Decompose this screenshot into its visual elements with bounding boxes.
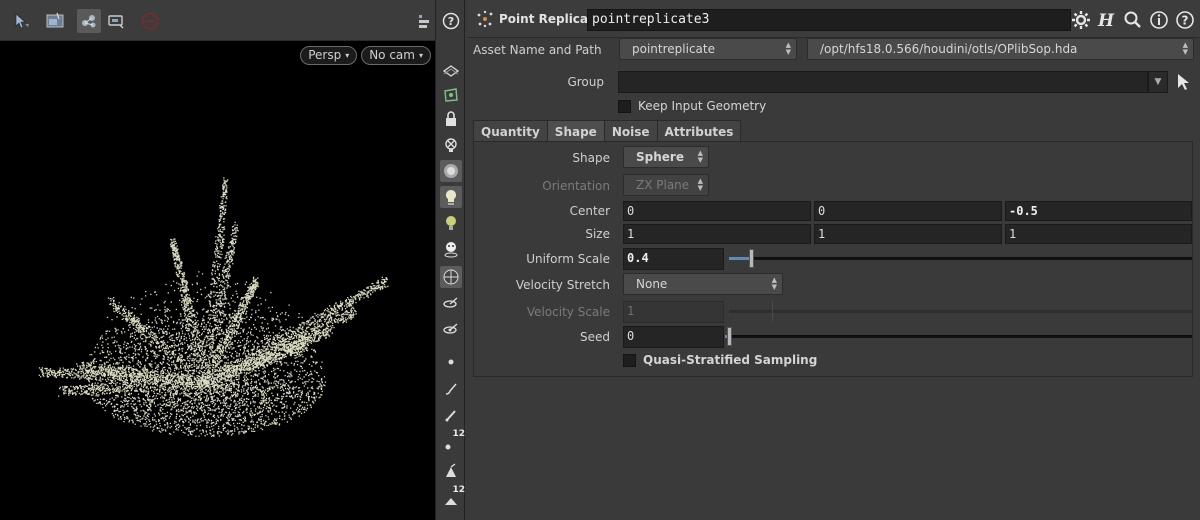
point-marker-icon[interactable] xyxy=(440,350,462,372)
help-icon[interactable]: ? xyxy=(440,10,462,32)
point-number-icon[interactable]: 12 xyxy=(440,429,465,454)
search-icon[interactable] xyxy=(1123,10,1143,30)
shape-menu[interactable]: Sphere ▲ ▼ xyxy=(623,146,709,168)
orientation-label: Orientation xyxy=(542,179,610,193)
primitive-number-icon[interactable]: 12 xyxy=(440,485,465,510)
slider-fill xyxy=(729,257,749,260)
size-z-field[interactable]: 1 xyxy=(1005,224,1192,244)
shape-value: Sphere xyxy=(636,150,684,164)
light-bulb-icon[interactable] xyxy=(440,212,462,234)
parameter-header: Point Replicate pointreplicate3 H ? xyxy=(467,0,1200,38)
seed-field[interactable]: 0 xyxy=(623,326,724,348)
headlight-icon[interactable] xyxy=(440,186,462,208)
parameter-pane: Point Replicate pointreplicate3 H ? Asse… xyxy=(467,0,1200,520)
up-down-arrows-icon: ▲ ▼ xyxy=(771,276,777,291)
node-name-field[interactable]: pointreplicate3 xyxy=(587,9,1071,31)
size-label: Size xyxy=(585,227,610,241)
tab-quantity[interactable]: Quantity xyxy=(473,120,548,142)
up-down-arrows-icon: ▲ ▼ xyxy=(1182,41,1188,56)
svg-text:?: ? xyxy=(448,15,454,28)
point-number-badge: 12 xyxy=(452,429,465,439)
scene-viewport[interactable]: Persp ▾ No cam ▾ xyxy=(0,0,435,520)
clean-icon[interactable] xyxy=(440,460,462,482)
info-icon[interactable] xyxy=(1149,10,1169,30)
asset-name-menu[interactable]: pointreplicate ▲ ▼ xyxy=(619,38,797,60)
stop-icon[interactable] xyxy=(138,9,162,33)
uniform-scale-label: Uniform Scale xyxy=(526,252,610,266)
group-label: Group xyxy=(567,75,604,89)
velocity-stretch-label: Velocity Stretch xyxy=(515,278,610,292)
tab-shape[interactable]: Shape xyxy=(546,120,605,142)
asset-name-path-label: Asset Name and Path xyxy=(473,43,602,57)
uniform-scale-slider[interactable] xyxy=(729,248,1192,270)
asset-name-value: pointreplicate xyxy=(632,42,715,56)
asset-path-menu[interactable]: /opt/hfs18.0.566/houdini/otls/OPlibSop.h… xyxy=(807,38,1194,60)
snapshot-icon[interactable] xyxy=(43,9,67,33)
select-group-arrow-icon[interactable] xyxy=(1175,72,1193,92)
brush-icon[interactable] xyxy=(440,378,462,400)
group-field[interactable] xyxy=(618,71,1148,93)
display-point-normals-icon[interactable] xyxy=(440,318,462,340)
quasi-stratified-label: Quasi-Stratified Sampling xyxy=(643,353,818,367)
slider-track xyxy=(725,335,1192,338)
display-options-icon[interactable] xyxy=(412,10,436,34)
velocity-stretch-menu[interactable]: None ▲ ▼ xyxy=(623,273,783,295)
tab-bar: Quantity Shape Noise Attributes xyxy=(473,120,742,142)
up-down-arrows-icon: ▲ ▼ xyxy=(697,177,703,192)
point-replicate-node-icon xyxy=(477,10,493,28)
orientation-menu: ZX Plane ▲ ▼ xyxy=(623,174,709,196)
slider-handle[interactable] xyxy=(749,249,754,268)
uniform-scale-field[interactable]: 0.4 xyxy=(623,248,724,270)
background-image-icon[interactable] xyxy=(440,160,462,182)
keep-input-checkbox[interactable] xyxy=(618,100,631,113)
keep-input-label: Keep Input Geometry xyxy=(638,99,767,113)
asset-path-value: /opt/hfs18.0.566/houdini/otls/OPlibSop.h… xyxy=(820,42,1078,56)
viewport-toolbar xyxy=(0,0,435,41)
svg-text:H: H xyxy=(1097,11,1115,30)
tab-noise[interactable]: Noise xyxy=(603,120,658,142)
size-y-field[interactable]: 1 xyxy=(814,224,1002,244)
primitive-number-badge: 12 xyxy=(452,485,465,495)
link-nodes-icon[interactable] xyxy=(77,9,101,33)
help-icon[interactable]: ? xyxy=(1175,10,1195,30)
viewer-side-toolbar: ? 12 12 xyxy=(435,0,465,520)
gear-icon[interactable] xyxy=(1071,10,1091,30)
point-cloud-geometry xyxy=(38,177,389,437)
point-cloud-points xyxy=(38,177,389,437)
ghost-other-objects-icon[interactable] xyxy=(440,60,462,82)
tab-attributes[interactable]: Attributes xyxy=(656,120,742,142)
display-normals-icon[interactable] xyxy=(440,292,462,314)
template-geometry-icon[interactable] xyxy=(440,84,462,106)
wireframe-shading-icon[interactable] xyxy=(440,266,462,288)
velocity-scale-label: Velocity Scale xyxy=(526,305,610,319)
up-down-arrows-icon: ▲ ▼ xyxy=(697,149,703,164)
size-x-field[interactable]: 1 xyxy=(623,224,811,244)
velocity-stretch-value: None xyxy=(636,277,668,291)
chevron-down-icon: ▼ xyxy=(1154,77,1162,87)
lock-icon[interactable] xyxy=(440,108,462,130)
select-arrow-icon[interactable] xyxy=(10,9,34,33)
velocity-scale-tick xyxy=(772,301,773,321)
shape-label: Shape xyxy=(572,151,610,165)
svg-text:?: ? xyxy=(1182,14,1189,28)
center-label: Center xyxy=(569,204,610,218)
pen-icon[interactable] xyxy=(440,404,462,426)
slider-handle[interactable] xyxy=(727,327,732,346)
velocity-scale-slider xyxy=(729,310,1192,313)
seed-slider[interactable] xyxy=(725,326,1192,348)
houdini-help-h-icon[interactable]: H xyxy=(1096,10,1116,30)
orientation-value: ZX Plane xyxy=(636,178,690,192)
velocity-scale-field: 1 xyxy=(623,301,724,323)
center-z-field[interactable]: -0.5 xyxy=(1005,201,1192,221)
center-y-field[interactable]: 0 xyxy=(814,201,1002,221)
display-flipbook-icon[interactable] xyxy=(104,9,128,33)
slider-track xyxy=(729,257,1192,260)
quasi-stratified-checkbox[interactable] xyxy=(623,354,636,367)
center-x-field[interactable]: 0 xyxy=(623,201,811,221)
hide-other-objects-icon[interactable] xyxy=(440,134,462,156)
group-dropdown-button[interactable]: ▼ xyxy=(1148,71,1168,93)
seed-label: Seed xyxy=(580,330,610,344)
isolate-icon[interactable] xyxy=(440,238,462,260)
up-down-arrows-icon: ▲ ▼ xyxy=(785,41,791,56)
